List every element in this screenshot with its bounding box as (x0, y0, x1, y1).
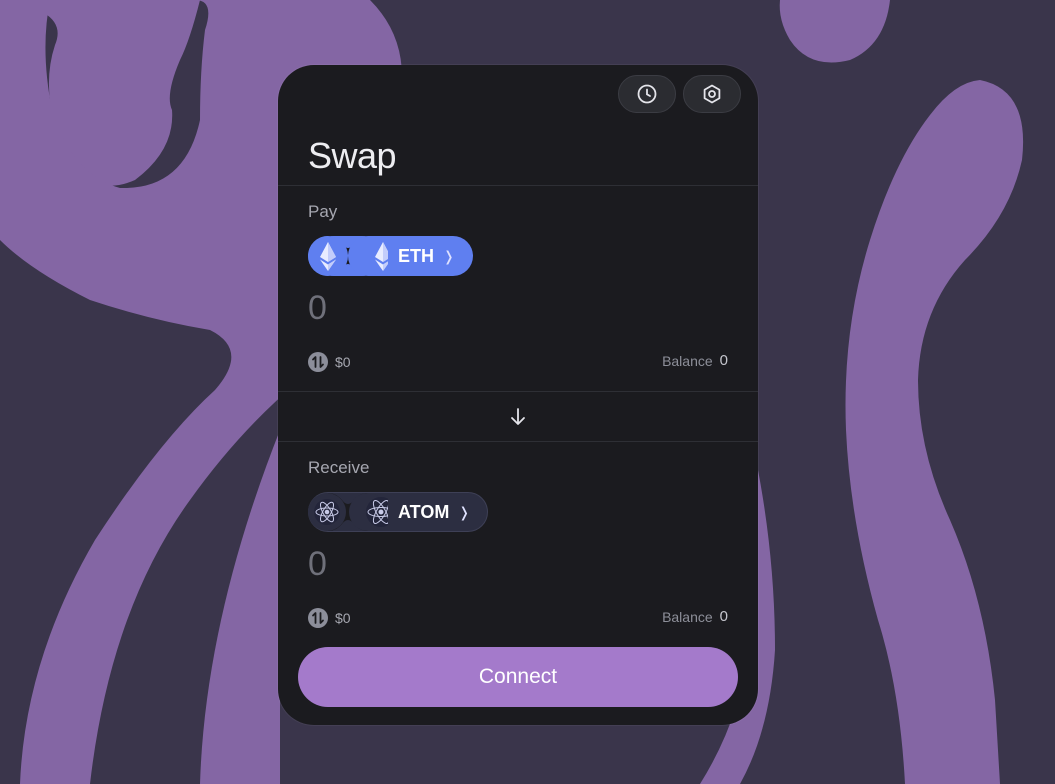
pay-usd-value: $0 (308, 352, 351, 372)
blob-top-right (779, 0, 890, 63)
history-button[interactable] (618, 75, 676, 113)
chevron-right-icon: ❭ (458, 503, 471, 520)
swap-card: Swap Pay ETH ❭ 0 $0 Balance 0 Receive AT… (278, 65, 758, 725)
pay-token-selector[interactable]: ETH ❭ (308, 236, 473, 276)
receive-token-symbol: ATOM (398, 501, 450, 522)
switch-currency-icon[interactable] (308, 352, 328, 372)
cosmos-atom-icon (308, 493, 388, 531)
page-title: Swap (308, 135, 397, 176)
gear-icon (703, 84, 721, 104)
receive-label: Receive (308, 458, 370, 477)
divider (278, 185, 758, 186)
receive-token-selector[interactable]: ATOM ❭ (308, 492, 488, 532)
settings-button[interactable] (683, 75, 741, 113)
pay-balance-label: Balance (662, 352, 713, 369)
pay-balance-value: 0 (719, 352, 728, 369)
switch-currency-icon[interactable] (308, 608, 328, 628)
receive-balance-label: Balance (662, 608, 713, 625)
pay-label: Pay (308, 202, 338, 221)
pay-balance: Balance 0 (662, 352, 728, 369)
receive-balance-value: 0 (719, 608, 728, 625)
blob-right (845, 80, 1024, 784)
flip-tokens-button[interactable] (278, 392, 758, 441)
clock-icon (637, 84, 657, 104)
receive-usd-text: $0 (335, 610, 351, 626)
receive-usd-value: $0 (308, 608, 351, 628)
divider (278, 441, 758, 442)
arrow-down-icon (511, 407, 525, 425)
pay-usd-text: $0 (335, 354, 351, 370)
pay-amount-input[interactable]: 0 (308, 289, 327, 328)
connect-button[interactable]: Connect (298, 647, 738, 707)
receive-amount-input[interactable]: 0 (308, 545, 327, 584)
blob-bottom-left (200, 430, 280, 784)
pay-token-symbol: ETH (398, 245, 434, 266)
receive-balance: Balance 0 (662, 608, 728, 625)
chevron-right-icon: ❭ (443, 247, 455, 264)
ethereum-icon (308, 236, 388, 276)
